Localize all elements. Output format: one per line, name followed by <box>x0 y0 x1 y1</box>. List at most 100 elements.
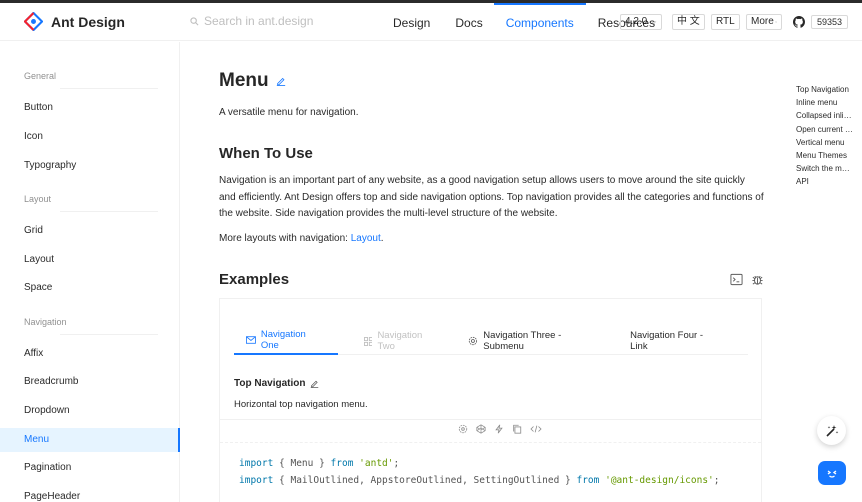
anchor-switch-menu-type[interactable]: Switch the menu type <box>796 162 854 175</box>
sidebar: General Button Icon Typography Layout Gr… <box>0 42 180 502</box>
code-actions <box>458 424 542 434</box>
theme-editor-button[interactable] <box>817 416 846 445</box>
sidebar-item-pageheader[interactable]: PageHeader <box>0 485 180 502</box>
sidebar-item-pagination[interactable]: Pagination <box>0 456 180 480</box>
anchor-vertical-menu[interactable]: Vertical menu <box>796 136 854 149</box>
version-select[interactable]: 4.2.0 <box>620 14 662 30</box>
sidebar-item-menu[interactable]: Menu <box>0 428 180 452</box>
logo-title: Ant Design <box>51 13 125 30</box>
tab-navigation-four-link[interactable]: Navigation Four - Link <box>629 327 723 355</box>
sidebar-item-grid[interactable]: Grid <box>0 219 180 243</box>
edit-icon[interactable] <box>310 379 319 388</box>
nav-design[interactable]: Design <box>380 3 443 41</box>
copy-icon[interactable] <box>512 424 522 434</box>
thunderbolt-icon[interactable] <box>494 424 504 434</box>
code-keyword: from <box>330 458 354 469</box>
nav-docs[interactable]: Docs <box>443 3 493 41</box>
site-header: Ant Design Design Docs Components Resour… <box>0 3 862 41</box>
group-title-general: General <box>24 71 57 81</box>
anchor-open-current-submenu[interactable]: Open current submenu only <box>796 123 854 136</box>
ant-design-logo-icon <box>24 12 43 31</box>
sidebar-item-breadcrumb[interactable]: Breadcrumb <box>0 370 180 394</box>
logo[interactable]: Ant Design <box>24 12 125 31</box>
code-keyword: import <box>239 458 274 469</box>
tab-navigation-three-submenu[interactable]: Navigation Three - Submenu <box>467 327 604 355</box>
group-title-navigation: Navigation <box>24 317 67 327</box>
anchor-collapsed-inline-menu[interactable]: Collapsed inline menu <box>796 109 854 122</box>
tab-label: Navigation One <box>260 329 306 351</box>
code-line: import { MailOutlined, AppstoreOutlined,… <box>239 472 720 489</box>
assistant-bot-button[interactable] <box>818 461 846 485</box>
more-layouts-suffix: . <box>380 233 384 244</box>
nav-components[interactable]: Components <box>493 3 586 41</box>
sidebar-item-space[interactable]: Space <box>0 276 180 300</box>
sidebar-item-button[interactable]: Button <box>0 96 180 120</box>
github-icon[interactable] <box>793 16 805 28</box>
more-layouts-prefix: More layouts with navigation: <box>219 233 351 244</box>
code-text: { Menu } <box>273 458 331 469</box>
tab-navigation-two[interactable]: Navigation Two <box>363 327 443 355</box>
example-title: Top Navigation <box>234 378 319 389</box>
sidebar-item-dropdown[interactable]: Dropdown <box>0 399 180 423</box>
search-input[interactable] <box>204 14 374 28</box>
page-title: Menu <box>219 70 286 92</box>
code-string: '@ant-design/icons' <box>605 475 714 486</box>
anchor-menu-themes[interactable]: Menu Themes <box>796 149 854 162</box>
example-card: Navigation One Navigation Two Navigation… <box>219 298 762 502</box>
sidebar-item-icon[interactable]: Icon <box>0 125 180 149</box>
examples-toolbar <box>730 273 764 286</box>
tab-label: Navigation Two <box>377 330 423 352</box>
code-string: 'antd' <box>359 458 394 469</box>
when-to-use-heading: When To Use <box>219 145 313 162</box>
example-title-text: Top Navigation <box>234 378 306 389</box>
tab-navigation-one[interactable]: Navigation One <box>234 327 338 355</box>
tab-label: Navigation Four - Link <box>630 330 704 352</box>
code-text: { MailOutlined, AppstoreOutlined, Settin… <box>273 475 577 486</box>
codepen-icon[interactable] <box>476 424 486 434</box>
edit-icon[interactable] <box>276 76 286 86</box>
layout-link[interactable]: Layout <box>351 233 381 244</box>
sidebar-item-layout[interactable]: Layout <box>0 248 180 272</box>
codesandbox-icon[interactable] <box>458 424 468 434</box>
appstore-icon <box>363 336 373 346</box>
bug-icon[interactable] <box>751 273 764 286</box>
anchor-nav: Top Navigation Inline menu Collapsed inl… <box>796 83 854 189</box>
code-text: ; <box>713 475 720 486</box>
group-divider <box>60 211 158 212</box>
group-title-layout: Layout <box>24 194 52 204</box>
sidebar-item-typography[interactable]: Typography <box>0 154 180 178</box>
version-value: 4.2.0 <box>625 16 648 27</box>
code-terminal-icon[interactable] <box>730 273 743 286</box>
divider <box>220 419 761 420</box>
when-to-use-paragraph: Navigation is an important part of any w… <box>219 175 764 219</box>
code-block: import { Menu } from 'antd'; import { Mai… <box>239 455 720 489</box>
page-title-text: Menu <box>219 70 269 91</box>
code-keyword: from <box>576 475 600 486</box>
anchor-inline-menu[interactable]: Inline menu <box>796 96 854 109</box>
examples-heading: Examples <box>219 271 290 288</box>
github-stars-count[interactable]: 59353 <box>811 15 849 29</box>
divider <box>220 442 761 443</box>
group-divider <box>60 334 158 335</box>
language-button[interactable]: 中 文 <box>672 14 705 30</box>
setting-icon <box>469 336 478 346</box>
example-menu-tabs: Navigation One Navigation Two Navigation… <box>234 327 748 355</box>
code-text: ; <box>393 458 400 469</box>
page-subtitle: A versatile menu for navigation. <box>219 107 359 118</box>
mail-icon <box>246 336 256 344</box>
anchor-top-navigation[interactable]: Top Navigation <box>796 83 854 96</box>
example-description: Horizontal top navigation menu. <box>234 399 368 410</box>
anchor-api[interactable]: API <box>796 175 854 188</box>
sidebar-item-affix[interactable]: Affix <box>0 342 180 366</box>
more-dropdown[interactable]: More <box>746 14 782 30</box>
search-icon <box>190 16 199 25</box>
search-box[interactable] <box>190 14 374 28</box>
magic-wand-icon <box>825 424 838 437</box>
code-line: import { Menu } from 'antd'; <box>239 455 720 472</box>
rtl-button[interactable]: RTL <box>711 14 740 30</box>
chevron-down-icon <box>774 21 777 23</box>
code-keyword: import <box>239 475 274 486</box>
code-expand-icon[interactable] <box>530 424 542 434</box>
bot-face-icon <box>827 470 837 478</box>
group-divider <box>60 88 158 89</box>
